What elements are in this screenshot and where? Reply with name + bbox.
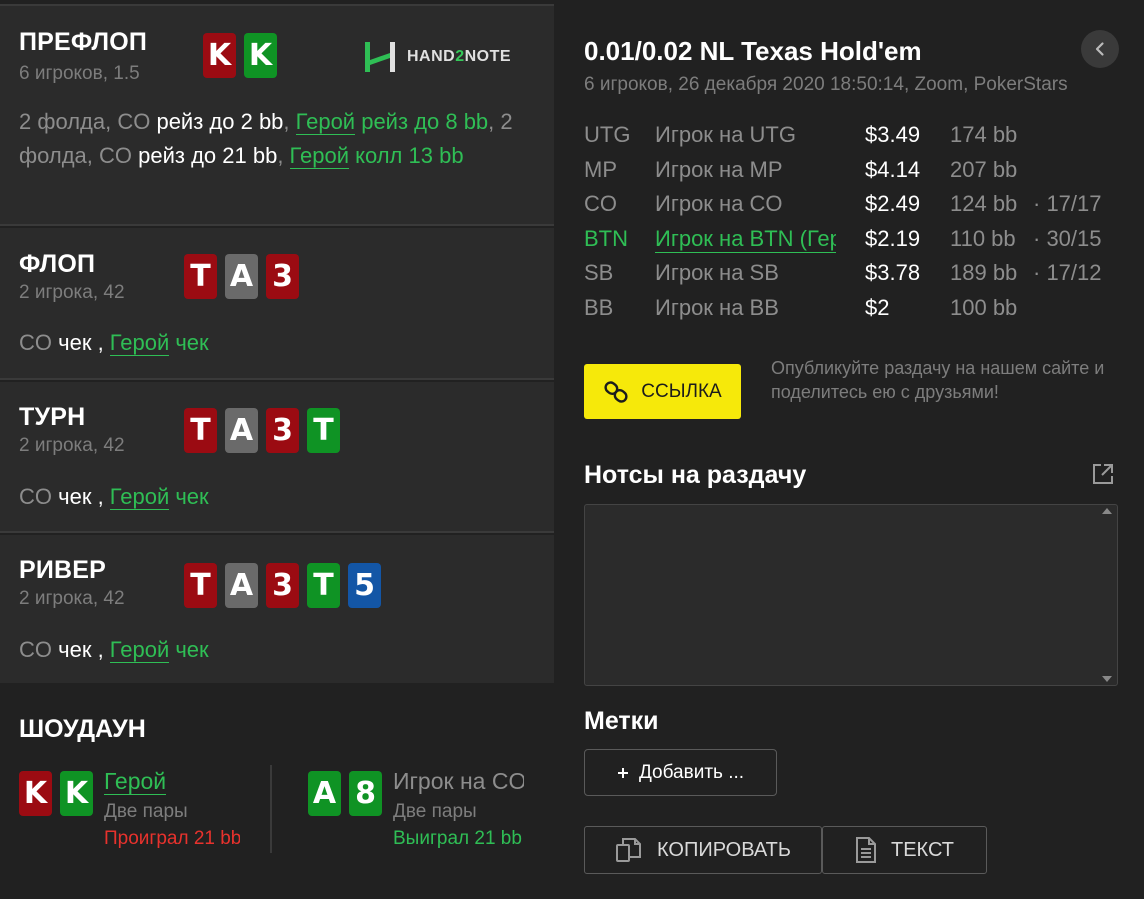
street-subtitle: 2 игрока, 42 xyxy=(19,282,125,303)
card: 8 xyxy=(349,771,382,816)
back-button[interactable] xyxy=(1081,30,1119,68)
card: T xyxy=(184,563,217,608)
share-description: Опубликуйте раздачу на нашем сайте и под… xyxy=(771,358,1105,402)
hand-history-panel: ПРЕФЛОП 6 игроков, 1.5 K K HAND2NOTE 2 ф… xyxy=(0,0,554,899)
copy-button-label: КОПИРОВАТЬ xyxy=(657,838,791,861)
chain-link-icon xyxy=(604,380,628,403)
card: T xyxy=(307,408,340,453)
street-subtitle: 2 игрока, 42 xyxy=(19,588,125,609)
hand2note-logo: HAND2NOTE xyxy=(363,40,511,74)
street-title: ФЛОП xyxy=(19,250,96,278)
share-link-button[interactable]: ССЫЛКА xyxy=(584,364,741,419)
showdown-hero-cards: K K xyxy=(19,771,93,816)
card: T xyxy=(184,254,217,299)
copy-button[interactable]: КОПИРОВАТЬ xyxy=(584,826,822,874)
card: K xyxy=(203,33,236,78)
tags-title: Метки xyxy=(584,707,659,735)
card: K xyxy=(19,771,52,816)
river-cards: T A 3 T 5 xyxy=(184,563,381,608)
document-icon xyxy=(856,837,876,863)
showdown-hero-result: Проиграл 21 bb xyxy=(104,828,240,849)
street-river: РИВЕР 2 игрока, 42 T A 3 T 5 CO чек , Ге… xyxy=(0,535,554,683)
street-actions: 2 фолда, CO рейз до 2 bb, Герой рейз до … xyxy=(19,109,513,169)
showdown-hero-name[interactable]: Герой xyxy=(104,768,240,795)
street-flop: ФЛОП 2 игрока, 42 T A 3 CO чек , Герой ч… xyxy=(0,228,554,380)
share-link-label: ССЫЛКА xyxy=(641,380,722,402)
street-title: РИВЕР xyxy=(19,556,107,584)
street-subtitle: 2 игрока, 42 xyxy=(19,435,125,456)
hand-info-panel: 0.01/0.02 NL Texas Hold'em 6 игроков, 26… xyxy=(554,0,1144,899)
hero-link[interactable]: Герой xyxy=(109,484,170,510)
card: 3 xyxy=(266,408,299,453)
card: 3 xyxy=(266,254,299,299)
chevron-left-icon xyxy=(1095,42,1104,56)
text-button[interactable]: ТЕКСТ xyxy=(822,826,987,874)
turn-cards: T A 3 T xyxy=(184,408,340,453)
showdown-title: ШОУДАУН xyxy=(19,715,146,743)
text-button-label: ТЕКСТ xyxy=(891,838,954,861)
card: 5 xyxy=(348,563,381,608)
card: A xyxy=(225,254,258,299)
card: A xyxy=(225,563,258,608)
scroll-up-arrow[interactable] xyxy=(1102,508,1112,514)
showdown-divider xyxy=(270,765,272,853)
card: T xyxy=(307,563,340,608)
street-title: ТУРН xyxy=(19,403,86,431)
add-tag-button[interactable]: Добавить ... xyxy=(584,749,777,796)
showdown-villain-hand: Две пары xyxy=(393,801,477,822)
street-turn: ТУРН 2 игрока, 42 T A 3 T CO чек , Герой… xyxy=(0,382,554,533)
scroll-down-arrow[interactable] xyxy=(1102,676,1112,682)
add-tag-label: Добавить ... xyxy=(638,761,745,783)
preflop-cards: K K xyxy=(203,33,277,78)
card: K xyxy=(244,33,277,78)
hand2note-logo-icon xyxy=(365,42,395,72)
street-title: ПРЕФЛОП xyxy=(19,28,148,56)
street-actions: CO чек , Герой чек xyxy=(19,637,209,663)
street-actions: CO чек , Герой чек xyxy=(19,330,209,356)
showdown-villain-name: Игрок на CO xyxy=(393,768,524,794)
card: T xyxy=(184,408,217,453)
hero-link[interactable]: Герой xyxy=(109,637,170,663)
copy-icon xyxy=(616,838,641,862)
game-subtitle: 6 игроков, 26 декабря 2020 18:50:14, Zoo… xyxy=(584,74,1068,95)
external-link-icon[interactable] xyxy=(1091,462,1115,491)
card: 3 xyxy=(266,563,299,608)
hero-link[interactable]: Герой xyxy=(109,330,170,356)
street-preflop: ПРЕФЛОП 6 игроков, 1.5 K K HAND2NOTE 2 ф… xyxy=(0,4,554,226)
notes-textarea[interactable] xyxy=(584,504,1118,686)
flop-cards: T A 3 xyxy=(184,254,299,299)
hand2note-logo-text: HAND2NOTE xyxy=(407,48,512,65)
street-subtitle: 6 игроков, 1.5 xyxy=(19,63,140,84)
hero-link[interactable]: Герой xyxy=(289,143,349,169)
showdown-hero-hand: Две пары xyxy=(104,801,188,822)
street-actions: CO чек , Герой чек xyxy=(19,484,209,510)
card: A xyxy=(308,771,341,816)
showdown-villain-result: Выиграл 21 bb xyxy=(393,828,522,849)
notes-title: Нотсы на раздачу xyxy=(584,461,807,489)
plus-icon xyxy=(617,767,628,778)
showdown-villain-cards: A 8 xyxy=(308,771,382,816)
game-title: 0.01/0.02 NL Texas Hold'em xyxy=(584,36,922,66)
hero-link[interactable]: Герой xyxy=(295,109,356,135)
card: K xyxy=(60,771,93,816)
card: A xyxy=(225,408,258,453)
